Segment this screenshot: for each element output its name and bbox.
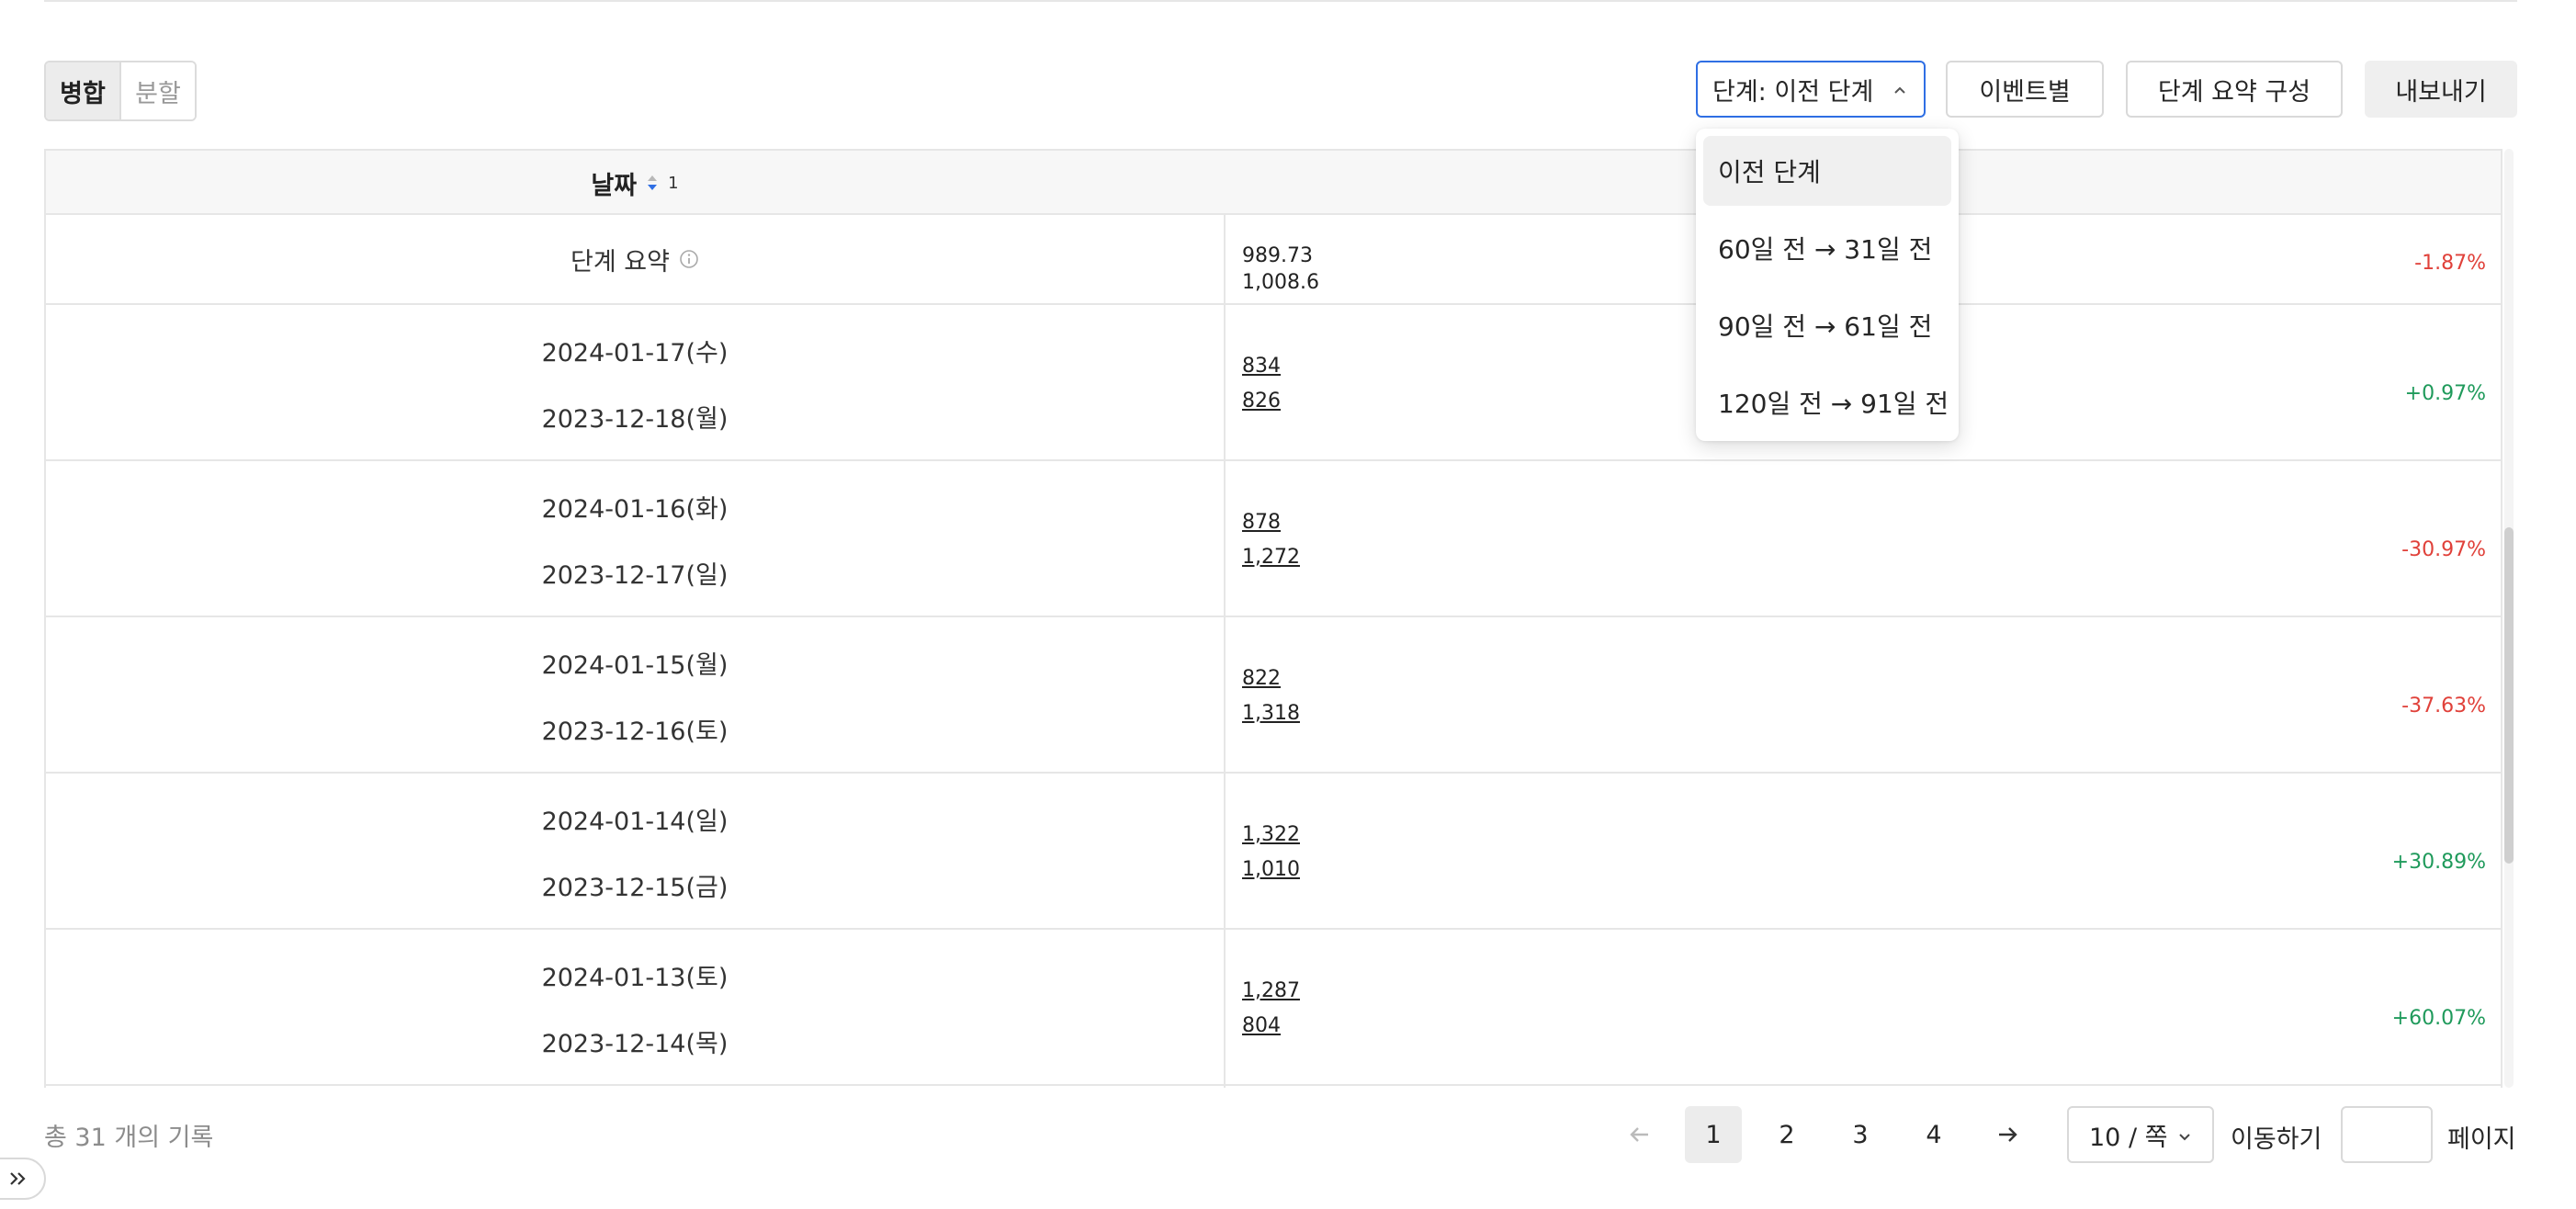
by-event-button[interactable]: 이벤트별 xyxy=(1946,61,2104,118)
table-row: 2024-01-14(일) 2023-12-15(금) 1,322 1,010 … xyxy=(46,774,2501,930)
row-change: +0.97% xyxy=(2404,382,2486,405)
row-compare-date: 2023-12-16(토) xyxy=(541,717,729,746)
row-change: +30.89% xyxy=(2391,851,2486,874)
dropdown-option-60-31[interactable]: 60일 전 → 31일 전 xyxy=(1703,213,1951,283)
summary-label-cell: 단계 요약 xyxy=(46,215,1224,303)
row-change: -30.97% xyxy=(2401,538,2486,561)
summary-change: -1.87% xyxy=(2414,252,2486,275)
next-page-button[interactable] xyxy=(1979,1106,2036,1163)
page-button-2[interactable]: 2 xyxy=(1758,1106,1815,1163)
row-current-value-link[interactable]: 1,287 xyxy=(1242,974,1300,1009)
chevron-up-icon xyxy=(1894,86,1905,94)
data-table: 날짜 1 단계 요약 989.73 1,008.6 -1.87% 2024-01… xyxy=(44,149,2503,1088)
table-row: 2024-01-17(수) 2023-12-18(월) 834 826 +0.9… xyxy=(46,305,2501,461)
row-date: 2024-01-15(월) xyxy=(541,651,729,680)
table-scrollbar[interactable] xyxy=(2504,149,2514,1088)
page-button-1[interactable]: 1 xyxy=(1685,1106,1742,1163)
date-header-label: 날짜 xyxy=(591,171,638,200)
row-previous-value-link[interactable]: 1,272 xyxy=(1242,540,1300,575)
date-cell: 2024-01-17(수) 2023-12-18(월) xyxy=(46,305,1224,459)
row-previous-value-link[interactable]: 804 xyxy=(1242,1009,1300,1044)
row-date: 2024-01-13(토) xyxy=(541,964,729,992)
date-cell: 2024-01-16(화) 2023-12-17(일) xyxy=(46,461,1224,616)
row-current-value-link[interactable]: 822 xyxy=(1242,661,1300,696)
row-values: 1,322 1,010 xyxy=(1242,818,1300,887)
expand-sidebar-button[interactable] xyxy=(0,1158,46,1200)
summary-config-button[interactable]: 단계 요약 구성 xyxy=(2126,61,2343,118)
row-current-value-link[interactable]: 1,322 xyxy=(1242,818,1300,853)
row-date: 2024-01-16(화) xyxy=(541,495,729,524)
row-previous-value-link[interactable]: 1,318 xyxy=(1242,696,1300,731)
row-date: 2024-01-14(일) xyxy=(541,808,729,836)
chevron-down-icon xyxy=(2179,1134,2190,1141)
row-previous-value-link[interactable]: 1,010 xyxy=(1242,853,1300,887)
info-icon[interactable] xyxy=(679,249,699,269)
table-row: 2024-01-16(화) 2023-12-17(일) 878 1,272 -3… xyxy=(46,461,2501,617)
arrow-right-icon xyxy=(1999,1127,2017,1142)
date-cell: 2024-01-14(일) 2023-12-15(금) xyxy=(46,774,1224,928)
dropdown-option-90-61[interactable]: 90일 전 → 61일 전 xyxy=(1703,290,1951,360)
summary-label: 단계 요약 xyxy=(571,247,670,277)
dropdown-option-previous-stage[interactable]: 이전 단계 xyxy=(1703,136,1951,206)
row-compare-date: 2023-12-14(목) xyxy=(541,1030,729,1058)
summary-current-value: 989.73 xyxy=(1242,244,1313,267)
row-values: 834 826 xyxy=(1242,349,1281,419)
page-button-4[interactable]: 4 xyxy=(1905,1106,1962,1163)
date-cell: 2024-01-15(월) 2023-12-16(토) xyxy=(46,617,1224,772)
row-current-value-link[interactable]: 834 xyxy=(1242,349,1281,384)
total-records: 총 31 개의 기록 xyxy=(44,1124,214,1152)
table-header: 날짜 1 xyxy=(46,149,2501,215)
page-size-select[interactable]: 10 / 쪽 xyxy=(2067,1106,2214,1163)
row-values: 822 1,318 xyxy=(1242,661,1300,731)
row-current-value-link[interactable]: 878 xyxy=(1242,505,1300,540)
row-change: -37.63% xyxy=(2401,695,2486,717)
row-values: 878 1,272 xyxy=(1242,505,1300,575)
row-previous-value-link[interactable]: 826 xyxy=(1242,384,1281,419)
row-values: 1,287 804 xyxy=(1242,974,1300,1044)
date-column-header[interactable]: 날짜 1 xyxy=(46,151,1224,215)
sort-order-badge: 1 xyxy=(668,173,679,193)
export-button[interactable]: 내보내기 xyxy=(2365,61,2517,118)
top-divider xyxy=(44,0,2517,2)
row-compare-date: 2023-12-18(월) xyxy=(541,405,729,434)
stage-select-label: 단계: 이전 단계 xyxy=(1712,77,1874,107)
page-button-3[interactable]: 3 xyxy=(1832,1106,1889,1163)
view-toggle: 병합 분할 xyxy=(44,61,197,121)
arrow-left-icon xyxy=(1630,1127,1648,1142)
page-size-label: 10 / 쪽 xyxy=(2089,1123,2168,1152)
row-date: 2024-01-17(수) xyxy=(541,339,729,367)
double-chevron-right-icon xyxy=(10,1172,26,1185)
scrollbar-thumb[interactable] xyxy=(2504,527,2514,864)
summary-values: 989.73 1,008.6 xyxy=(1242,243,1319,296)
goto-suffix: 페이지 xyxy=(2447,1125,2516,1154)
sort-icon[interactable] xyxy=(644,171,661,195)
row-compare-date: 2023-12-17(일) xyxy=(541,561,729,590)
merge-toggle-button[interactable]: 병합 xyxy=(46,62,119,119)
date-cell: 2024-01-13(토) 2023-12-14(목) xyxy=(46,930,1224,1084)
stage-select[interactable]: 단계: 이전 단계 xyxy=(1696,61,1926,118)
dropdown-option-120-91[interactable]: 120일 전 → 91일 전 xyxy=(1703,367,1951,437)
summary-row: 단계 요약 989.73 1,008.6 -1.87% xyxy=(46,215,2501,305)
table-row: 2024-01-13(토) 2023-12-14(목) 1,287 804 +6… xyxy=(46,930,2501,1086)
row-change: +60.07% xyxy=(2391,1007,2486,1030)
split-toggle-button[interactable]: 분할 xyxy=(119,62,195,119)
stage-dropdown-menu: 이전 단계 60일 전 → 31일 전 90일 전 → 61일 전 120일 전… xyxy=(1696,129,1959,441)
row-compare-date: 2023-12-15(금) xyxy=(541,874,729,902)
summary-previous-value: 1,008.6 xyxy=(1242,271,1319,294)
goto-page-input[interactable] xyxy=(2341,1106,2433,1163)
goto-label: 이동하기 xyxy=(2231,1125,2322,1154)
prev-page-button[interactable] xyxy=(1611,1106,1668,1163)
table-row: 2024-01-15(월) 2023-12-16(토) 822 1,318 -3… xyxy=(46,617,2501,774)
